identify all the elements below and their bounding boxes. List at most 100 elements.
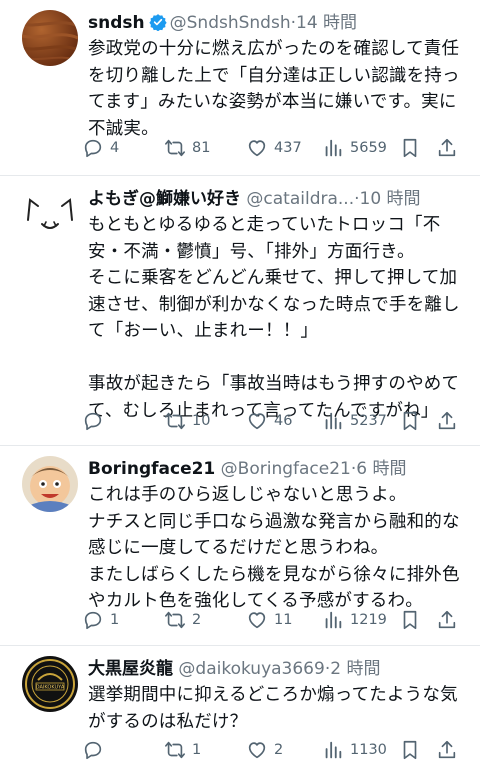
share-icon [438, 411, 456, 430]
tweet[interactable]: DAIKOKUYA 大黒屋炎龍 @daikokuya3669·2 時間 選挙期間… [0, 646, 480, 774]
tweet-text: 参政党の十分に燃え広がったのを確認して責任 を切り離した上で「自分達は正しい認識… [88, 36, 466, 142]
tweet[interactable]: Boringface21 @Boringface21·6 時間 これは手のひら返… [0, 446, 480, 646]
like-button[interactable]: 11 [246, 605, 292, 635]
handle[interactable]: @cataildra... [246, 189, 354, 209]
retweet-button[interactable]: 2 [164, 605, 201, 635]
share-icon [438, 740, 456, 759]
handle[interactable]: @Boringface21 [221, 459, 351, 479]
reply-count: 1 [110, 612, 120, 628]
text-line: 選挙期間中に抑えるどころか煽ってたような気 [88, 685, 458, 705]
bookmark-icon [403, 610, 417, 630]
views-button[interactable]: 1219 [322, 605, 387, 635]
like-icon [248, 140, 266, 157]
like-button[interactable]: 2 [246, 735, 283, 765]
views-count: 1130 [350, 742, 387, 758]
action-bar: 10 46 5237 [82, 406, 470, 436]
text-line: がするのは私だけ？ [88, 711, 248, 732]
text-line: もともとゆるゆると走っていたトロッコ「不 [88, 215, 441, 235]
text-line: そこに乗客をどんどん乗せて、押して押して加 [88, 268, 458, 288]
views-button[interactable]: 5659 [322, 133, 387, 163]
reply-icon [84, 412, 102, 431]
handle[interactable]: @daikokuya3669 [178, 659, 324, 679]
bookmark-icon [403, 740, 417, 760]
like-button[interactable]: 437 [246, 133, 302, 163]
views-icon [325, 139, 342, 157]
views-button[interactable]: 5237 [322, 406, 387, 436]
bookmark-button[interactable] [395, 133, 425, 163]
like-icon [248, 742, 266, 759]
like-count: 437 [274, 140, 302, 156]
tweet-text: これは手のひら返しじゃないと思うよ。 ナチスと同じ手口なら過激な発言から融和的な… [88, 482, 466, 615]
timestamp[interactable]: ·14 時間 [291, 13, 357, 33]
bookmark-button[interactable] [395, 605, 425, 635]
retweet-count: 81 [192, 140, 211, 156]
like-icon [248, 413, 266, 430]
retweet-button[interactable]: 1 [164, 735, 201, 765]
text-line [88, 345, 466, 372]
views-button[interactable]: 1130 [322, 735, 387, 765]
text-line: ナチスと同じ手口なら過激な発言から融和的な [88, 511, 460, 532]
retweet-count: 2 [192, 612, 202, 628]
text-line: 事故が起きたら「事故当時はもう押すのやめて [88, 374, 460, 394]
avatar[interactable] [22, 456, 78, 512]
reply-button[interactable]: 1 [82, 605, 119, 635]
verified-icon [149, 14, 167, 31]
like-count: 2 [274, 742, 284, 758]
like-count: 46 [274, 413, 293, 429]
tweet-header: 大黒屋炎龍 @daikokuya3669·2 時間 [88, 656, 466, 682]
action-bar: 1 2 1130 [82, 735, 470, 765]
reply-button[interactable] [82, 735, 110, 765]
retweet-icon [165, 611, 185, 629]
text-line: 感じに一度してるだけだと思うわね。 [88, 538, 389, 558]
tweet-text: もともとゆるゆると走っていたトロッコ「不 安・不満・鬱憤」号、「排外」方面行き。… [88, 212, 466, 424]
tweet-text: 選挙期間中に抑えるどころか煽ってたような気 がするのは私だけ？ [88, 682, 466, 735]
tweet[interactable]: sndsh @SndshSndsh·14 時間 参政党の十分に燃え広がったのを確認… [0, 0, 480, 176]
tweet-header: sndsh @SndshSndsh·14 時間 [88, 10, 466, 36]
reply-icon [84, 611, 102, 630]
views-count: 5659 [350, 140, 387, 156]
share-button[interactable] [432, 605, 462, 635]
display-name[interactable]: 大黒屋炎龍 [88, 659, 173, 679]
views-icon [325, 412, 342, 430]
avatar[interactable] [22, 186, 78, 242]
text-line: またしばらくしたら機を見ながら徐々に排外色 [88, 564, 460, 585]
reply-button[interactable] [82, 406, 110, 436]
share-button[interactable] [432, 133, 462, 163]
timestamp[interactable]: ·10 時間 [354, 189, 420, 209]
share-button[interactable] [432, 406, 462, 436]
avatar[interactable]: DAIKOKUYA [22, 656, 78, 712]
like-button[interactable]: 46 [246, 406, 292, 436]
tweet-header: よもぎ@鰤嫌い好き @cataildra...·10 時間 [88, 186, 466, 212]
bookmark-button[interactable] [395, 406, 425, 436]
bookmark-icon [403, 138, 417, 158]
retweet-count: 1 [192, 742, 202, 758]
tweet-header: Boringface21 @Boringface21·6 時間 [88, 456, 466, 482]
text-line: て「おーい、止まれー！！」 [88, 321, 319, 341]
display-name[interactable]: Boringface21 [88, 459, 215, 479]
avatar[interactable] [22, 10, 78, 66]
display-name[interactable]: sndsh [88, 13, 145, 33]
text-line: これは手のひら返しじゃないと思うよ。 [88, 485, 407, 505]
text-line: 速させ、制御が利かなくなった時点で手を離し [88, 294, 460, 315]
action-bar: 1 2 11 1219 [82, 605, 470, 635]
views-count: 5237 [350, 413, 387, 429]
share-button[interactable] [432, 735, 462, 765]
reply-count: 4 [110, 140, 120, 156]
display-name[interactable]: よもぎ@鰤嫌い好き [88, 189, 241, 209]
bookmark-icon [403, 411, 417, 431]
timestamp[interactable]: ·6 時間 [351, 459, 407, 479]
handle[interactable]: @SndshSndsh [170, 13, 291, 33]
timeline: sndsh @SndshSndsh·14 時間 参政党の十分に燃え広がったのを確認… [0, 0, 480, 774]
timestamp[interactable]: ·2 時間 [325, 659, 381, 679]
share-icon [438, 138, 456, 157]
views-count: 1219 [350, 612, 387, 628]
retweet-icon [165, 412, 185, 430]
retweet-button[interactable]: 10 [164, 406, 210, 436]
reply-icon [84, 741, 102, 760]
reply-icon [84, 139, 102, 158]
retweet-button[interactable]: 81 [164, 133, 210, 163]
tweet[interactable]: よもぎ@鰤嫌い好き @cataildra...·10 時間 もともとゆるゆると走… [0, 176, 480, 446]
retweet-count: 10 [192, 413, 211, 429]
reply-button[interactable]: 4 [82, 133, 119, 163]
bookmark-button[interactable] [395, 735, 425, 765]
